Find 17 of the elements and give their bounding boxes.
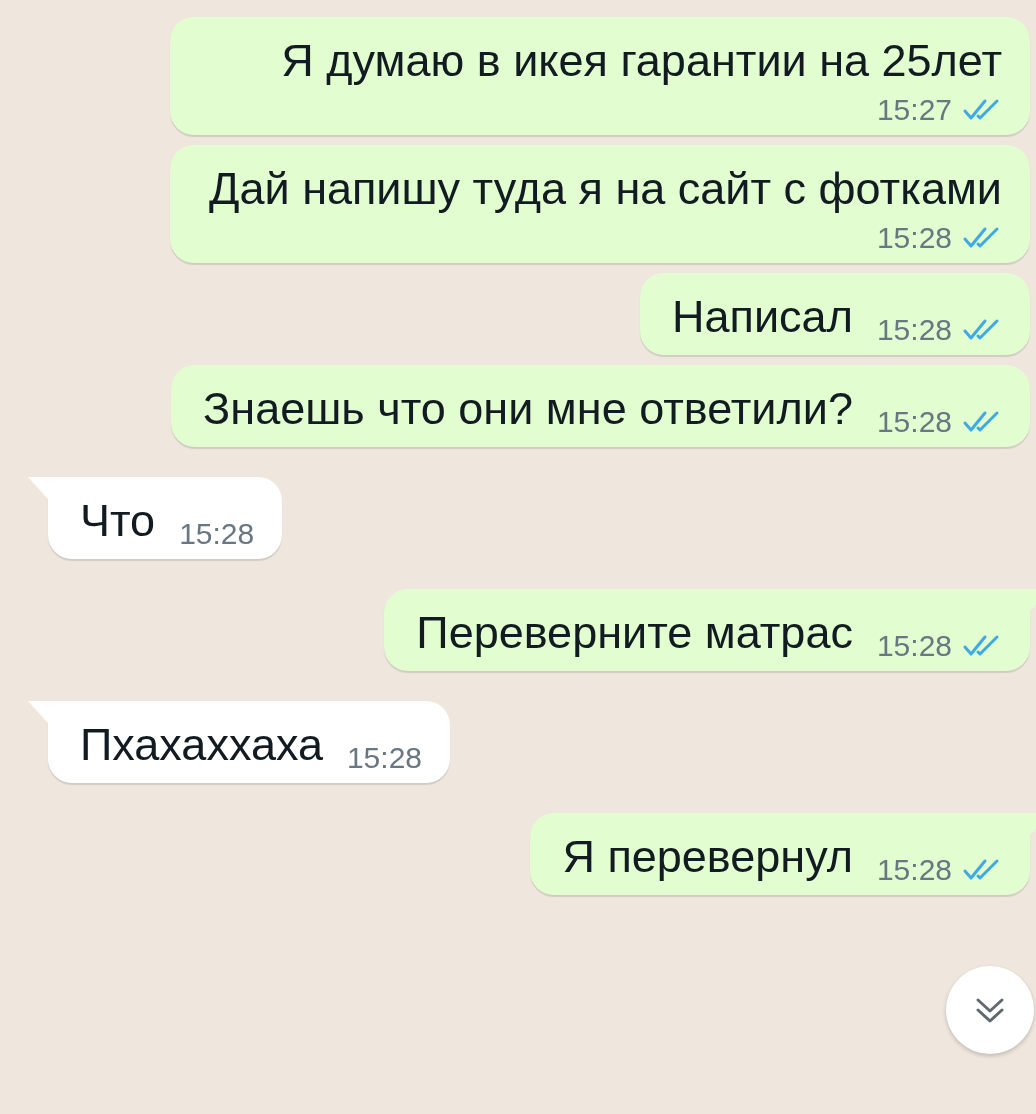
message-time: 15:28 (179, 517, 255, 551)
message-text: Что (80, 494, 156, 548)
message-time: 15:28 (876, 405, 952, 439)
message-text: Я перевернул (562, 830, 853, 884)
message-text: Я думаю в икея гарантии на 25лет (281, 34, 1002, 88)
message-text: Дай напишу туда я на сайт с фотками (209, 162, 1002, 216)
message-text: Переверните матрас (416, 606, 853, 660)
message-time: 15:28 (346, 741, 422, 775)
message-time: 15:28 (876, 221, 952, 255)
message-text: Пхахаххаха (80, 718, 323, 772)
scroll-down-button[interactable] (946, 966, 1034, 1054)
message-text: Знаешь что они мне ответили? (203, 382, 853, 436)
message-time: 15:28 (876, 313, 952, 347)
message-time: 15:28 (876, 853, 952, 887)
message-time: 15:28 (876, 629, 952, 663)
message-text: Написал (672, 290, 853, 344)
message-time: 15:27 (876, 93, 952, 127)
